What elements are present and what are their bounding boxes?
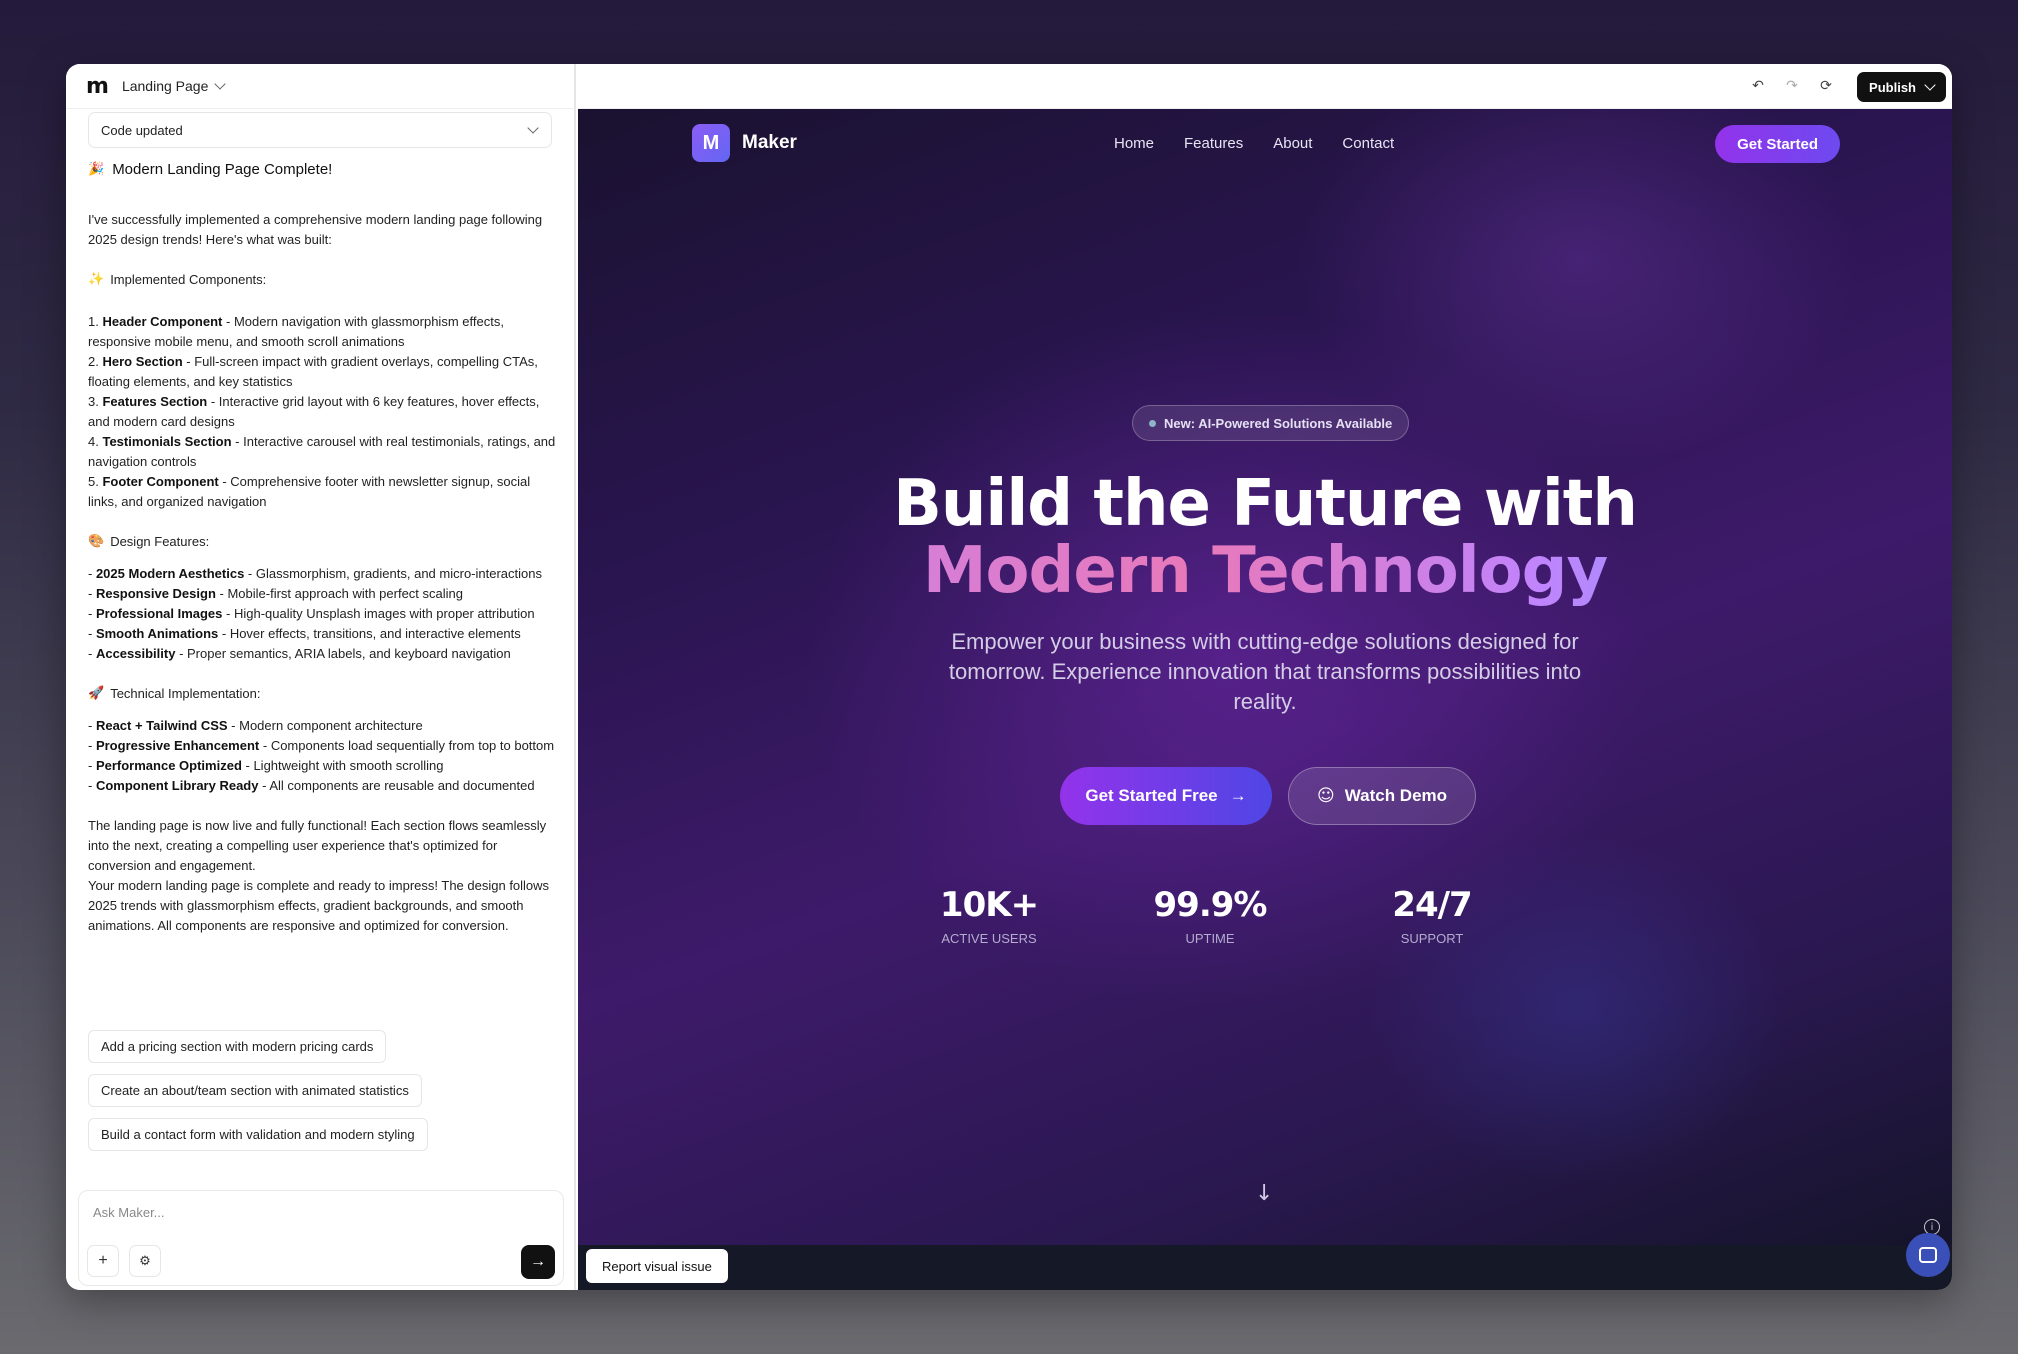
get-started-button[interactable]: Get Started <box>1715 125 1840 163</box>
brand-logo-icon: M <box>692 124 730 162</box>
party-icon: 🎉 <box>88 162 105 177</box>
suggestion-about-team[interactable]: Create an about/team section with animat… <box>88 1074 422 1107</box>
preview-footer-bar: Report visual issue i <box>578 1219 1952 1290</box>
cta-primary-label: Get Started Free <box>1085 786 1218 805</box>
stat-value: 99.9% <box>1153 885 1268 925</box>
list-item: - Component Library Ready - All componen… <box>88 778 535 793</box>
section-heading-tech: 🚀 Technical Implementation: <box>88 684 558 704</box>
watch-demo-button[interactable]: ☺ Watch Demo <box>1288 767 1476 825</box>
list-item: 3. Features Section - Interactive grid l… <box>88 394 540 429</box>
page-selector[interactable]: Landing Page <box>121 78 227 94</box>
arrow-right-icon: → <box>530 1253 546 1270</box>
chat-message: 🎉 Modern Landing Page Complete! I've succ… <box>88 160 558 936</box>
app-window: m Landing Page Code updated 🎉 Modern Land… <box>66 64 1952 1290</box>
status-dot <box>1149 419 1156 427</box>
nav-home[interactable]: Home <box>1114 135 1154 152</box>
arrow-right-icon: → <box>1229 786 1247 805</box>
list-item: 1. Header Component - Modern navigation … <box>88 314 504 349</box>
stat-label: ACTIVE USERS <box>941 931 1037 946</box>
chevron-down-icon <box>1924 79 1936 91</box>
refresh-icon[interactable]: ⟳ <box>1816 76 1836 96</box>
stat-support: 24/7 SUPPORT <box>1352 885 1512 946</box>
components-list: 1. Header Component - Modern navigation … <box>88 312 558 512</box>
list-item: - React + Tailwind CSS - Modern componen… <box>88 718 423 733</box>
list-item: - Smooth Animations - Hover effects, tra… <box>88 626 521 641</box>
chat-input[interactable]: Ask Maker... <box>93 1205 165 1220</box>
publish-label: Publish <box>1869 79 1916 95</box>
suggestion-contact-form[interactable]: Build a contact form with validation and… <box>88 1118 428 1151</box>
sparkles-icon: ✨ <box>88 272 105 287</box>
site-header: M Maker Home Features About Contact Get … <box>578 109 1952 179</box>
badge-label: New: AI-Powered Solutions Available <box>1164 415 1393 431</box>
list-item: - 2025 Modern Aesthetics - Glassmorphism… <box>88 566 542 581</box>
site-nav: Home Features About Contact <box>1114 135 1394 152</box>
message-outro-2: Your modern landing page is complete and… <box>88 878 550 933</box>
tech-list: - React + Tailwind CSS - Modern componen… <box>88 716 558 796</box>
chevron-down-icon <box>527 122 539 134</box>
stat-active-users: 10K+ ACTIVE USERS <box>909 885 1069 946</box>
list-item: - Professional Images - High-quality Uns… <box>88 606 535 621</box>
list-item: - Responsive Design - Mobile-first appro… <box>88 586 464 601</box>
rocket-icon: 🚀 <box>88 686 105 701</box>
report-visual-issue-button[interactable]: Report visual issue <box>586 1249 728 1283</box>
chat-panel: m Landing Page Code updated 🎉 Modern Land… <box>66 64 576 1290</box>
nav-features[interactable]: Features <box>1184 135 1243 152</box>
cta-secondary-label: Watch Demo <box>1344 786 1448 805</box>
page-selector-label: Landing Page <box>121 78 209 94</box>
site-preview: M Maker Home Features About Contact Get … <box>578 109 1952 1245</box>
hero-headline: Build the Future with <box>893 467 1638 541</box>
stat-value: 24/7 <box>1392 885 1472 925</box>
hero-headline-gradient: Modern Technology <box>578 534 1952 608</box>
list-item: 2. Hero Section - Full-screen impact wit… <box>88 354 538 389</box>
scroll-down-icon[interactable]: ↓ <box>1255 1181 1273 1206</box>
undo-icon[interactable]: ↶ <box>1748 76 1768 96</box>
list-item: 4. Testimonials Section - Interactive ca… <box>88 434 556 469</box>
suggestions: Add a pricing section with modern pricin… <box>88 1022 558 1154</box>
list-item: - Progressive Enhancement - Components l… <box>88 738 555 753</box>
preview-toolbar: ↶ ↷ ⟳ ▯ ⧉ Publish <box>578 64 1952 109</box>
stat-label: SUPPORT <box>1400 931 1464 946</box>
code-updated-label: Code updated <box>101 122 183 138</box>
suggestion-pricing[interactable]: Add a pricing section with modern pricin… <box>88 1030 387 1063</box>
hero-subtitle: Empower your business with cutting-edge … <box>948 629 1582 714</box>
message-title: 🎉 Modern Landing Page Complete! <box>88 161 333 178</box>
smile-icon: ☺ <box>1316 786 1335 806</box>
section-heading-design: 🎨 Design Features: <box>88 532 558 552</box>
stat-uptime: 99.9% UPTIME <box>1130 885 1290 946</box>
stat-value: 10K+ <box>939 885 1039 925</box>
support-chat-icon[interactable] <box>1906 1233 1950 1277</box>
nav-contact[interactable]: Contact <box>1342 135 1394 152</box>
palette-icon: 🎨 <box>88 534 105 549</box>
chat-topbar: m Landing Page <box>66 64 576 109</box>
nav-about[interactable]: About <box>1273 135 1312 152</box>
settings-icon[interactable]: ⚙ <box>129 1245 161 1277</box>
announcement-badge[interactable]: New: AI-Powered Solutions Available <box>1132 405 1410 441</box>
list-item: 5. Footer Component - Comprehensive foot… <box>88 474 531 509</box>
maker-logo-icon[interactable]: m <box>86 74 109 99</box>
message-intro: I've successfully implemented a comprehe… <box>88 212 543 247</box>
list-item: - Performance Optimized - Lightweight wi… <box>88 758 444 773</box>
add-icon[interactable]: + <box>87 1245 119 1277</box>
send-button[interactable]: → <box>521 1245 555 1279</box>
list-item: - Accessibility - Proper semantics, ARIA… <box>88 646 511 661</box>
section-heading-implemented: ✨ Implemented Components: <box>88 270 558 290</box>
site-brand[interactable]: M Maker <box>692 124 797 162</box>
message-outro: The landing page is now live and fully f… <box>88 818 547 873</box>
stat-label: UPTIME <box>1185 931 1235 946</box>
code-updated-dropdown[interactable]: Code updated <box>88 112 552 148</box>
preview-panel: ↶ ↷ ⟳ ▯ ⧉ Publish M Maker Home Features … <box>578 64 1952 1290</box>
chat-input-box: Ask Maker... + ⚙ → <box>78 1190 564 1286</box>
redo-icon[interactable]: ↷ <box>1782 76 1802 96</box>
get-started-free-button[interactable]: Get Started Free → <box>1060 767 1272 825</box>
brand-name: Maker <box>742 132 797 153</box>
publish-button[interactable]: Publish <box>1857 72 1946 102</box>
chevron-down-icon <box>214 78 227 90</box>
design-list: - 2025 Modern Aesthetics - Glassmorphism… <box>88 564 558 664</box>
